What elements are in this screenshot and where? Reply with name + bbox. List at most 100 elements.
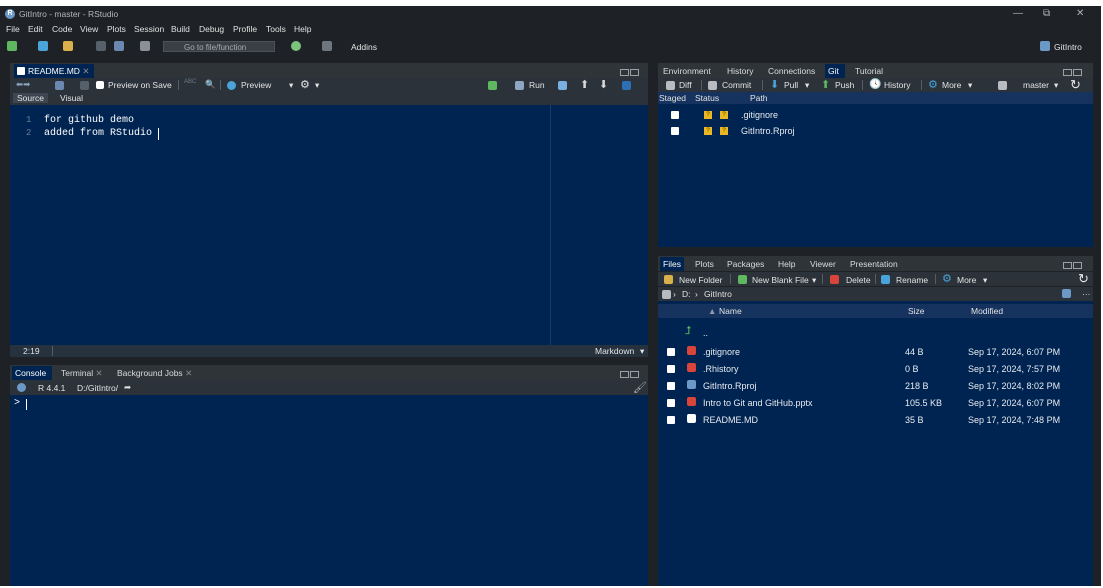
- close-tab-icon[interactable]: ✕: [96, 368, 103, 378]
- preview-button[interactable]: Preview: [241, 80, 271, 90]
- file-row[interactable]: Intro to Git and GitHub.pptx 105.5 KB Sep …: [658, 395, 1093, 412]
- staged-checkbox[interactable]: [671, 127, 679, 135]
- close-tab-icon[interactable]: ✕: [185, 368, 192, 378]
- tab-readme[interactable]: README.MD ✕: [14, 64, 94, 78]
- tab-presentation[interactable]: Presentation: [847, 257, 907, 271]
- tab-terminal[interactable]: Terminal ✕: [58, 366, 108, 380]
- save-icon[interactable]: [80, 81, 89, 90]
- push-button[interactable]: Push: [835, 80, 854, 90]
- refresh-icon[interactable]: ↻: [1070, 77, 1081, 93]
- tab-tutorial[interactable]: Tutorial: [852, 64, 892, 78]
- tab-plots[interactable]: Plots: [692, 257, 718, 271]
- search-icon[interactable]: 🔍: [205, 79, 216, 90]
- file-name-link[interactable]: README.MD: [703, 415, 758, 425]
- menu-debug[interactable]: Debug: [199, 24, 224, 34]
- close-button[interactable]: ✕: [1076, 8, 1084, 19]
- visual-mode-button[interactable]: Visual: [60, 93, 83, 103]
- breadcrumb-drive[interactable]: D:: [682, 289, 691, 299]
- menu-view[interactable]: View: [80, 24, 98, 34]
- insert-chunk-icon[interactable]: [488, 81, 497, 90]
- rename-button[interactable]: Rename: [896, 275, 928, 285]
- git-row[interactable]: ? ? .gitignore: [658, 108, 1093, 124]
- modified-column[interactable]: Modified: [971, 306, 1003, 316]
- file-select-checkbox[interactable]: [667, 382, 675, 390]
- pull-button[interactable]: Pull: [784, 80, 798, 90]
- tab-viewer[interactable]: Viewer: [807, 257, 843, 271]
- history-button[interactable]: History: [884, 80, 910, 90]
- menu-file[interactable]: File: [6, 24, 20, 34]
- tab-connections[interactable]: Connections: [765, 64, 821, 78]
- menu-build[interactable]: Build: [171, 24, 190, 34]
- menu-tools[interactable]: Tools: [266, 24, 286, 34]
- save-icon[interactable]: [96, 41, 106, 51]
- file-name-link[interactable]: Intro to Git and GitHub.pptx: [703, 398, 813, 408]
- run-button[interactable]: Run: [529, 80, 545, 90]
- tab-packages[interactable]: Packages: [724, 257, 768, 271]
- delete-button[interactable]: Delete: [846, 275, 871, 285]
- print-icon[interactable]: [140, 41, 150, 51]
- gear-icon[interactable]: ⚙: [300, 78, 310, 91]
- more-dropdown-icon[interactable]: ▾: [983, 275, 987, 286]
- tab-git[interactable]: Git: [825, 64, 845, 78]
- menu-help[interactable]: Help: [294, 24, 311, 34]
- parent-directory-row[interactable]: ⮥ ..: [658, 325, 1093, 342]
- more-menu[interactable]: More: [942, 80, 961, 90]
- more-dropdown-icon[interactable]: ▾: [968, 80, 972, 91]
- menu-code[interactable]: Code: [52, 24, 72, 34]
- tab-console[interactable]: Console: [12, 366, 52, 380]
- pane-minmax-icon[interactable]: [1063, 260, 1082, 269]
- staged-checkbox[interactable]: [671, 111, 679, 119]
- pane-minmax-icon[interactable]: [620, 67, 639, 76]
- source-mode-button[interactable]: Source: [13, 93, 48, 103]
- new-blank-file-button[interactable]: New Blank File: [752, 275, 809, 285]
- git-row[interactable]: ? ? GitIntro.Rproj: [658, 124, 1093, 140]
- branch-selector[interactable]: master: [1023, 80, 1049, 90]
- file-select-checkbox[interactable]: [667, 399, 675, 407]
- diff-button[interactable]: Diff: [679, 80, 692, 90]
- file-name-link[interactable]: .gitignore: [703, 347, 740, 357]
- tab-history[interactable]: History: [724, 64, 760, 78]
- file-row[interactable]: .gitignore 44 B Sep 17, 2024, 6:07 PM: [658, 344, 1093, 361]
- file-select-checkbox[interactable]: [667, 348, 675, 356]
- menu-plots[interactable]: Plots: [107, 24, 126, 34]
- file-select-checkbox[interactable]: [667, 365, 675, 373]
- goto-file-input[interactable]: Go to file/function: [163, 41, 275, 52]
- goto-directory-icon[interactable]: ➦: [124, 382, 131, 393]
- name-column[interactable]: Name: [719, 306, 742, 316]
- spellcheck-icon[interactable]: ABC: [184, 79, 196, 85]
- tab-background-jobs[interactable]: Background Jobs ✕: [114, 366, 200, 380]
- preview-on-save-checkbox[interactable]: [96, 81, 104, 89]
- pull-dropdown-icon[interactable]: ▾: [805, 80, 809, 91]
- new-blank-file-dropdown-icon[interactable]: ▾: [812, 275, 816, 286]
- workspace-panes-icon[interactable]: [322, 41, 332, 51]
- ellipsis-icon[interactable]: …: [1082, 287, 1091, 297]
- down-arrow-icon[interactable]: ⬇: [599, 78, 608, 91]
- more-menu[interactable]: More: [957, 275, 976, 285]
- new-file-icon[interactable]: [7, 41, 17, 51]
- pane-minmax-icon[interactable]: [1063, 67, 1082, 76]
- file-name-link[interactable]: GitIntro.Rproj: [703, 381, 757, 391]
- file-type-dropdown-icon[interactable]: ▾: [640, 346, 644, 357]
- vcs-icon[interactable]: [291, 41, 301, 51]
- project-icon[interactable]: [1062, 289, 1071, 298]
- menu-profile[interactable]: Profile: [233, 24, 257, 34]
- addins-menu[interactable]: Addins: [351, 42, 377, 52]
- tab-help[interactable]: Help: [775, 257, 801, 271]
- restore-button[interactable]: ⧉: [1043, 8, 1050, 19]
- code-editor[interactable]: 1 2 for github demo added from RStudio: [10, 105, 648, 345]
- back-forward-icon[interactable]: ⬅➡: [16, 79, 30, 90]
- breadcrumb-folder[interactable]: GitIntro: [704, 289, 732, 299]
- outline-icon[interactable]: [622, 81, 631, 90]
- menu-session[interactable]: Session: [134, 24, 164, 34]
- branch-dropdown-icon[interactable]: ▾: [1054, 80, 1058, 91]
- new-project-icon[interactable]: [38, 41, 48, 51]
- commit-button[interactable]: Commit: [722, 80, 751, 90]
- file-select-checkbox[interactable]: [667, 416, 675, 424]
- preview-dropdown-icon[interactable]: ▾: [289, 80, 293, 91]
- open-file-icon[interactable]: [63, 41, 73, 51]
- new-folder-button[interactable]: New Folder: [679, 275, 722, 285]
- minimize-button[interactable]: —: [1013, 8, 1023, 19]
- re-run-icon[interactable]: [558, 81, 567, 90]
- gear-dropdown-icon[interactable]: ▾: [315, 80, 319, 91]
- file-row[interactable]: .Rhistory 0 B Sep 17, 2024, 7:57 PM: [658, 361, 1093, 378]
